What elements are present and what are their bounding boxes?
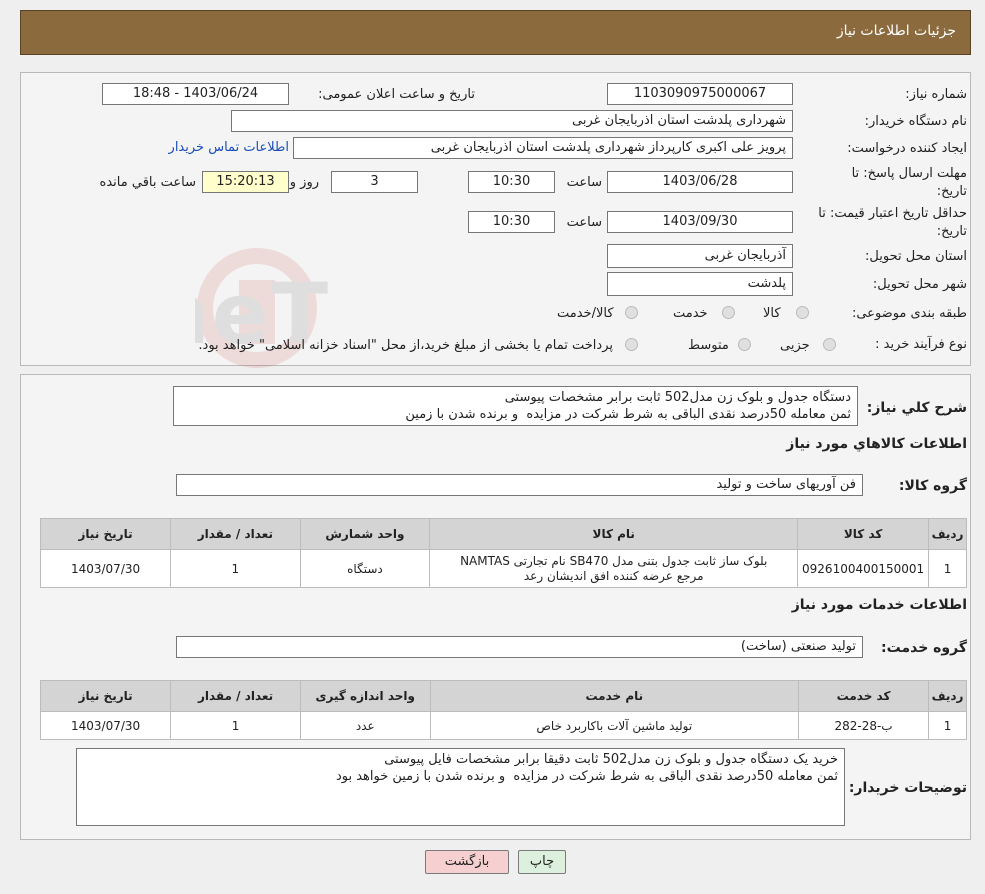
cell-date: 1403/07/30 (39, 711, 172, 740)
cell-name-line-2: مرجع عرضه کننده افق اندیشان رعد (523, 568, 704, 583)
reply-deadline-label: مهلت ارسال پاسخ: تا (851, 166, 967, 181)
cell-code: 0926100400150001 (797, 549, 930, 588)
validity-label-2: تاریخ: (936, 224, 967, 239)
header-qty: تعداد / مقدار (170, 518, 301, 550)
creator-label: ایجاد کننده درخواست: (847, 141, 967, 156)
goods-section-title: اطلاعات کالاهاي مورد نياز (786, 436, 967, 452)
cell-idx: 1 (928, 711, 967, 740)
page-title: جزئیات اطلاعات نیاز (836, 23, 956, 39)
announce-field[interactable]: 1403/06/24 - 18:48 (102, 83, 289, 105)
process-option-minor: جزیی (780, 338, 810, 353)
remaining-label: ساعت باقي مانده (99, 175, 196, 190)
validity-label: حداقل تاریخ اعتبار قیمت: تا (818, 206, 967, 221)
province-label: استان محل تحویل: (865, 249, 967, 264)
process-radio-medium[interactable] (738, 338, 751, 351)
need-number-label: شماره نیاز: (905, 87, 967, 102)
cell-unit: دستگاه (299, 549, 431, 588)
goods-group-label: گروه کالا: (898, 478, 967, 494)
reply-time-label: ساعت (566, 175, 602, 190)
validity-date-field[interactable]: 1403/09/30 (607, 211, 793, 233)
header-date: تاريخ نياز (39, 518, 172, 550)
category-radio-goods[interactable] (796, 306, 809, 319)
header-idx: رديف (928, 518, 967, 550)
header-unit: واحد اندازه گيری (299, 680, 431, 712)
table-row: 1 ب-28-282 تولید ماشین آلات باکاربرد خاص… (39, 711, 967, 740)
watermark-logo: AriaTender.neT (195, 248, 330, 368)
buyer-notes-label: توضیحات خریدار: (848, 780, 967, 796)
process-radio-minor[interactable] (823, 338, 836, 351)
cell-name: بلوک ساز ثابت جدول بتنی مدل SB470 نام تج… (429, 549, 799, 588)
services-section-title: اطلاعات خدمات مورد نياز (791, 597, 967, 613)
buyer-org-label: نام دستگاه خریدار: (864, 114, 967, 129)
cell-idx: 1 (928, 549, 967, 588)
header-idx: رديف (928, 680, 967, 712)
table-row: 1 0926100400150001 بلوک ساز ثابت جدول بت… (39, 549, 967, 588)
need-number-field[interactable]: 1103090975000067 (607, 83, 793, 105)
header-name: نام کالا (429, 518, 799, 550)
header-unit: واحد شمارش (299, 518, 431, 550)
validity-time-label: ساعت (566, 215, 602, 230)
cell-name-line-1: بلوک ساز ثابت جدول بتنی مدل SB470 نام تج… (460, 553, 768, 568)
category-option-service: خدمت (673, 306, 708, 321)
contact-buyer-link[interactable]: اطلاعات تماس خریدار (169, 140, 289, 155)
buyer-org-field[interactable]: شهرداری پلدشت استان اذربایجان غربی (231, 110, 793, 132)
days-label: روز و (289, 175, 319, 190)
category-radio-goods-service[interactable] (625, 306, 638, 319)
category-option-goods-service: کالا/خدمت (557, 306, 614, 321)
header-name: نام خدمت (429, 680, 800, 712)
process-label: نوع فرآیند خرید : (875, 337, 967, 352)
days-field[interactable]: 3 (331, 171, 418, 193)
buyer-notes-textarea[interactable]: خرید یک دستگاه جدول و بلوک زن مدل502 ثاب… (76, 748, 845, 826)
cell-qty: 1 (170, 549, 301, 588)
goods-group-field[interactable]: فن آوریهای ساخت و تولید (176, 474, 863, 496)
cell-unit: عدد (299, 711, 431, 740)
header-code: کد کالا (797, 518, 930, 550)
reply-date-field[interactable]: 1403/06/28 (607, 171, 793, 193)
goods-table: رديف کد کالا نام کالا واحد شمارش تعداد /… (39, 518, 967, 588)
goods-table-header: رديف کد کالا نام کالا واحد شمارش تعداد /… (39, 518, 967, 550)
services-group-label: گروه خدمت: (881, 640, 967, 656)
process-note: پرداخت تمام یا بخشی از مبلغ خرید،از محل … (198, 338, 613, 353)
category-radio-service[interactable] (722, 306, 735, 319)
cell-name: تولید ماشین آلات باکاربرد خاص (429, 711, 800, 740)
process-radio-treasury[interactable] (625, 338, 638, 351)
remaining-time-field: 15:20:13 (202, 171, 289, 193)
category-option-goods: کالا (763, 306, 781, 321)
header-date: تاريخ نياز (39, 680, 172, 712)
services-group-field[interactable]: تولید صنعتی (ساخت) (176, 636, 863, 658)
back-button[interactable]: بازگشت (425, 850, 509, 874)
cell-code: ب-28-282 (798, 711, 930, 740)
validity-time-field[interactable]: 10:30 (468, 211, 555, 233)
creator-field[interactable]: پرویز علی اکبری کارپرداز شهرداری پلدشت ا… (293, 137, 793, 159)
announce-label: تاریخ و ساعت اعلان عمومی: (318, 87, 475, 102)
description-textarea[interactable]: دستگاه جدول و بلوک زن مدل502 ثابت برابر … (173, 386, 858, 426)
reply-deadline-label-2: تاریخ: (936, 184, 967, 199)
reply-time-field[interactable]: 10:30 (468, 171, 555, 193)
cell-qty: 1 (170, 711, 301, 740)
print-button[interactable]: چاپ (518, 850, 566, 874)
category-label: طبقه بندی موضوعی: (851, 306, 967, 321)
city-label: شهر محل تحویل: (872, 277, 967, 292)
header-qty: تعداد / مقدار (170, 680, 301, 712)
services-table: رديف کد خدمت نام خدمت واحد اندازه گيری ت… (39, 680, 967, 740)
page-header: جزئیات اطلاعات نیاز (20, 10, 971, 55)
header-code: کد خدمت (798, 680, 930, 712)
services-table-header: رديف کد خدمت نام خدمت واحد اندازه گيری ت… (39, 680, 967, 712)
description-label: شرح کلي نياز: (866, 400, 967, 416)
cell-date: 1403/07/30 (39, 549, 172, 588)
process-option-medium: متوسط (688, 338, 729, 353)
